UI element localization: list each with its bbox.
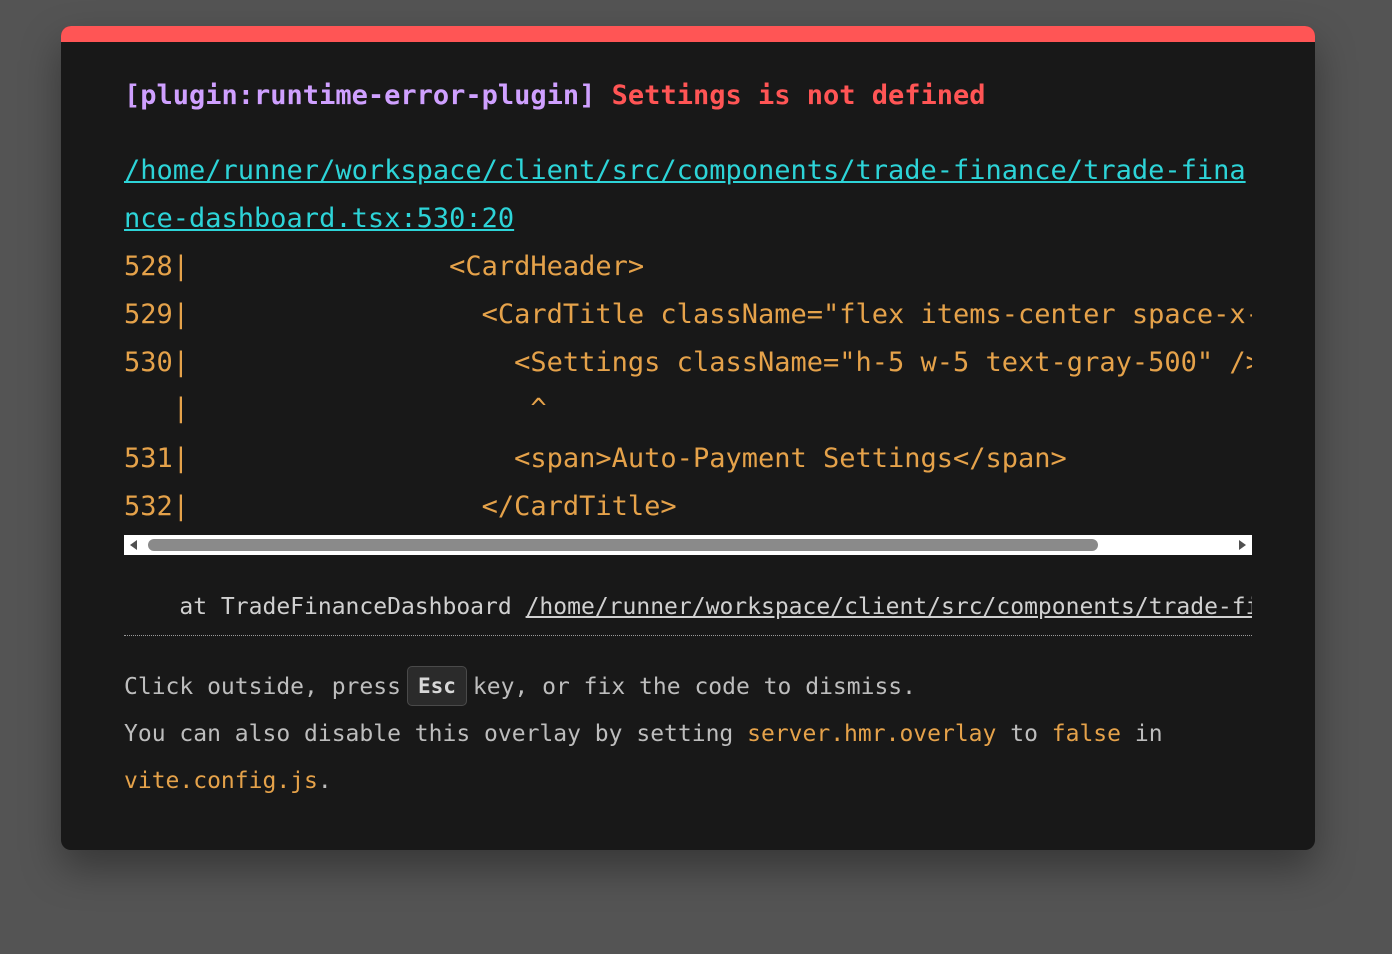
error-file-link[interactable]: /home/runner/workspace/client/src/compon… (124, 147, 1252, 243)
config-key: server.hmr.overlay (747, 721, 997, 747)
tip-text: in (1121, 721, 1163, 747)
code-frame-line: 532| </CardTitle> (124, 491, 677, 522)
code-frame-line: 530| <Settings className="h-5 w-5 text-g… (124, 347, 1252, 378)
plugin-name: [plugin:runtime-error-plugin] (124, 80, 596, 111)
scrollbar-thumb[interactable] (148, 539, 1098, 551)
code-frame-caret-line: | ^ (124, 393, 547, 424)
error-overlay: [plugin:runtime-error-plugin] Settings i… (61, 26, 1315, 850)
dismiss-tip: Click outside, press Esc key, or fix the c… (124, 664, 1252, 805)
false-value: false (1051, 721, 1122, 747)
code-frame-line: 531| <span>Auto-Payment Settings</span> (124, 443, 1067, 474)
code-frame-line: 529| <CardTitle className="flex items-ce… (124, 299, 1252, 330)
stack-trace-file-link[interactable]: /home/runner/workspace/client/src/compon… (526, 594, 1252, 620)
tip-text: You can also disable this overlay by set… (124, 721, 748, 747)
divider (124, 635, 1252, 636)
stack-trace-prefix: at TradeFinanceDashboard (124, 594, 526, 620)
tip-line-1: Click outside, press Esc key, or fix the c… (124, 664, 1252, 711)
code-frame-line: 528| <CardHeader> (124, 251, 645, 282)
scroll-right-arrow-icon[interactable] (1239, 540, 1246, 550)
code-frame-scrollbar[interactable] (124, 535, 1252, 555)
error-text: Settings is not defined (611, 80, 986, 111)
esc-key-badge: Esc (406, 665, 467, 706)
tip-line-3: vite.config.js. (124, 758, 1252, 805)
tip-text: Click outside, press (124, 674, 401, 700)
overlay-content: [plugin:runtime-error-plugin] Settings i… (124, 74, 1252, 805)
stack-trace: at TradeFinanceDashboard /home/runner/wo… (124, 589, 1252, 625)
error-message: [plugin:runtime-error-plugin] Settings i… (124, 74, 1252, 118)
code-frame: 528| <CardHeader> 529| <CardTitle classN… (124, 243, 1252, 531)
tip-text: to (996, 721, 1052, 747)
error-accent-bar (61, 26, 1315, 42)
tip-line-2: You can also disable this overlay by set… (124, 711, 1252, 758)
tip-text: . (317, 768, 332, 794)
tip-text: key, or fix the code to dismiss. (472, 674, 916, 700)
scroll-left-arrow-icon[interactable] (130, 540, 137, 550)
config-file-name: vite.config.js (124, 768, 318, 794)
